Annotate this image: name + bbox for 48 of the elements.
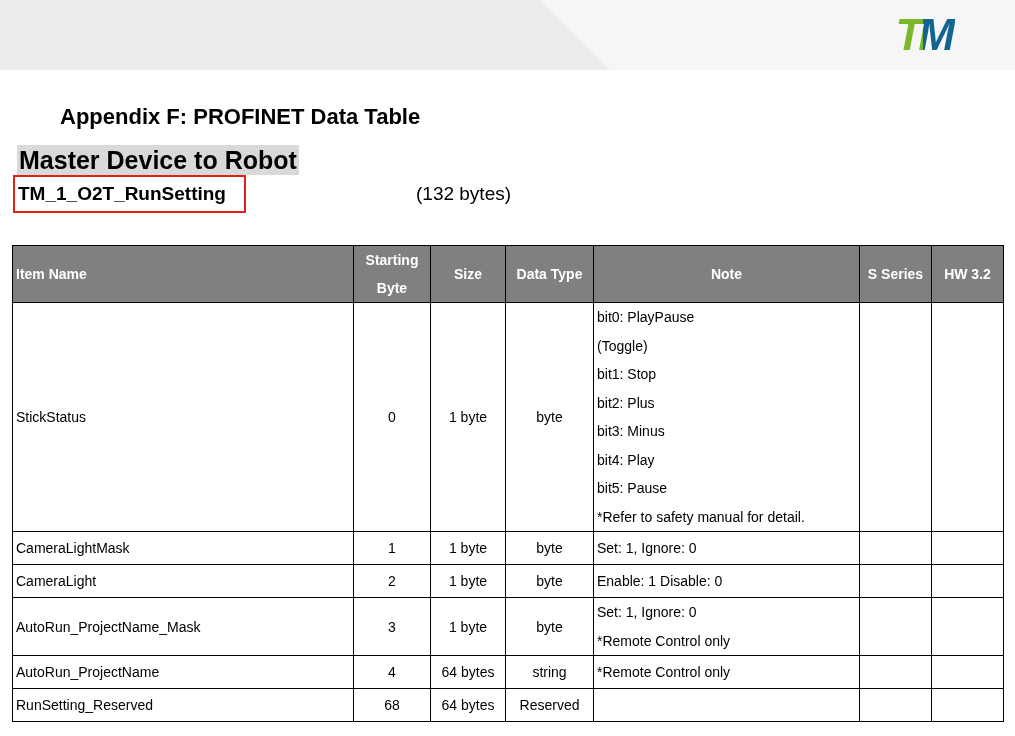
column-header: Starting Byte [365,252,419,296]
column-header: Size [454,266,482,282]
item-name: RunSetting_Reserved [16,697,153,713]
note-line: *Refer to safety manual for detail. [597,508,805,525]
note-line: *Remote Control only [597,632,731,649]
table-name: TM_1_O2T_RunSetting [13,175,246,213]
column-header: S Series [867,266,924,282]
item-name: StickStatus [16,409,87,425]
starting-byte: 0 [388,409,396,425]
note-line: bit2: Plus [597,394,655,411]
note-line: bit1: Stop [597,366,657,382]
column-header: HW 3.2 [944,266,991,282]
note-line: *Remote Control only [597,663,731,680]
starting-byte: 3 [388,618,396,635]
data-type: byte [536,573,563,589]
starting-byte: 4 [388,664,396,680]
data-type: byte [536,618,563,635]
note-line: bit3: Minus [597,423,665,439]
column-header: Note [710,266,743,282]
item-name: CameraLightMask [16,540,130,556]
section-heading: Master Device to Robot [17,145,299,175]
item-name: AutoRun_ProjectName_Mask [16,618,201,635]
table-size: (132 bytes) [416,183,512,205]
starting-byte: 1 [388,540,396,556]
note-line: Set: 1, Ignore: 0 [597,539,697,556]
note-line: Enable: 1 Disable: 0 [597,572,723,589]
note-line: (Toggle) [597,337,648,354]
starting-byte: 2 [388,573,396,589]
size-value: 1 byte [448,618,488,635]
item-name: AutoRun_ProjectName [16,664,160,680]
item-name: CameraLight [16,573,97,589]
note-line: bit0: PlayPause [597,309,695,325]
note-line: Set: 1, Ignore: 0 [597,604,697,620]
size-value: 64 bytes [441,697,495,713]
page-title: Appendix F: PROFINET Data Table [60,103,422,131]
note-line: bit5: Pause [597,480,668,496]
note-line: bit4: Play [597,451,655,468]
data-type: byte [536,409,563,425]
size-value: 1 byte [448,540,488,556]
size-value: 64 bytes [441,664,495,680]
data-type: byte [536,540,563,556]
starting-byte: 68 [384,697,400,713]
column-header: Data Type [516,266,583,282]
data-type: string [532,664,567,680]
data-type: Reserved [519,697,580,713]
column-header: Item Name [16,266,87,282]
size-value: 1 byte [448,573,488,589]
size-value: 1 byte [448,409,488,425]
